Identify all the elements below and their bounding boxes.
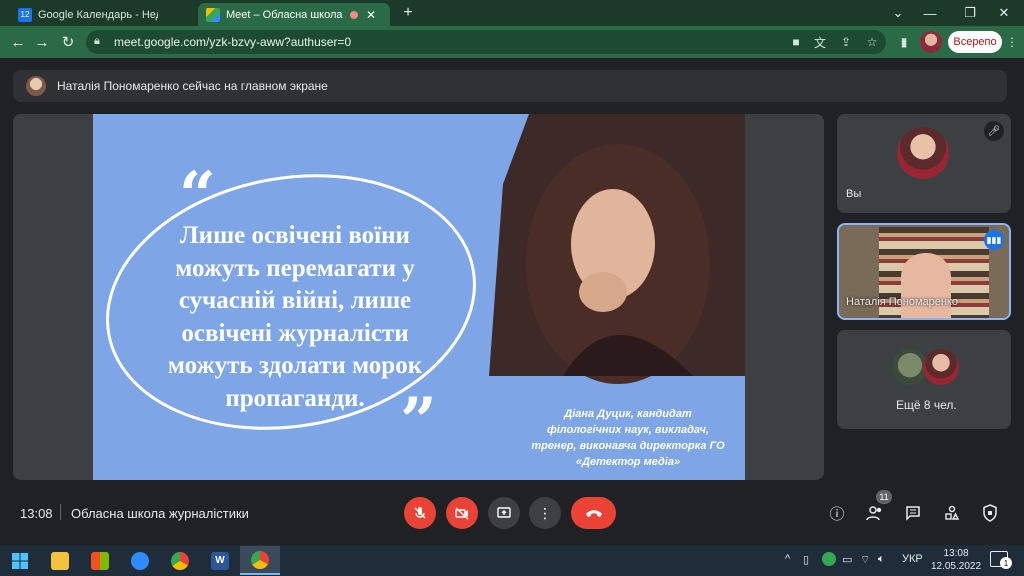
tray-overflow-icon[interactable]: ^	[785, 553, 790, 565]
tab-meet[interactable]: Meet – Обласна школа жур ✕	[198, 3, 390, 26]
new-tab-button[interactable]: +	[399, 4, 417, 22]
taskbar-word[interactable]: W	[200, 546, 240, 575]
chrome-icon	[251, 550, 269, 569]
word-icon: W	[211, 551, 229, 570]
folder-icon	[51, 551, 69, 570]
network-icon[interactable]: ⌔	[860, 553, 870, 567]
activities-icon[interactable]	[941, 502, 963, 524]
divider	[60, 504, 61, 520]
side-panel-icon[interactable]: ▮	[896, 34, 912, 50]
quote-text: Лише освічені воїни можуть перемагати у …	[145, 220, 445, 415]
store-icon	[91, 551, 109, 570]
attribution-line: філологічних наук, викладач,	[546, 424, 710, 436]
forward-icon[interactable]: →	[32, 32, 52, 52]
host-controls-icon[interactable]	[979, 502, 1001, 524]
self-avatar	[897, 127, 949, 179]
clock[interactable]: 13:08 12.05.2022	[930, 547, 982, 573]
bookmark-star-icon[interactable]: ☆	[864, 34, 880, 50]
calendar-icon: 12	[18, 7, 32, 22]
quote-line: можуть здолати морок	[167, 352, 423, 379]
mic-off-icon: 🎤︎	[984, 121, 1004, 141]
url-text: meet.google.com/yzk-bzvy-aww?authuser=0	[114, 35, 352, 49]
meeting-name: Обласна школа журналістики	[71, 506, 249, 521]
portrait-hand	[579, 272, 627, 312]
attribution-line: тренер, виконавча директорка ГО	[531, 440, 725, 452]
presenter-avatar	[26, 76, 46, 96]
chat-icon[interactable]	[902, 502, 924, 524]
taskbar-chrome-active[interactable]	[240, 546, 280, 575]
quote-line: пропаганди.	[225, 384, 365, 412]
presenter-banner-text: Наталія Пономаренко сейчас на главном эк…	[57, 79, 328, 93]
more-options-button[interactable]: ⋮	[529, 497, 561, 529]
close-tab-icon[interactable]: ✕	[366, 8, 376, 22]
minimize-icon[interactable]: —	[910, 0, 950, 26]
tile-name: Наталія Пономаренко	[846, 296, 958, 308]
taskbar-zoom[interactable]	[120, 546, 160, 575]
volume-icon[interactable]: 🔈︎	[878, 553, 885, 566]
people-glyph	[866, 506, 882, 521]
windows-logo-icon	[12, 552, 28, 569]
meeting-details-icon[interactable]: ⓘ	[826, 502, 848, 524]
clock-time: 13:08	[943, 548, 969, 559]
battery-icon[interactable]: ▭	[842, 553, 852, 566]
sync-button[interactable]: Всерепо	[948, 31, 1002, 53]
language-indicator[interactable]: УКР	[902, 553, 923, 565]
translate-icon[interactable]: 文	[812, 34, 828, 50]
notifications-count: 1	[1000, 557, 1012, 569]
profile-avatar[interactable]	[920, 31, 942, 53]
close-window-icon[interactable]: ✕	[984, 0, 1024, 26]
attribution-line: «Детектор медіа»	[575, 456, 681, 468]
speaking-indicator-icon: ▮▮▮	[984, 230, 1004, 250]
more-vert-icon: ⋮	[538, 504, 552, 521]
chat-glyph	[906, 506, 920, 521]
quote-line: освічені журналісти	[181, 319, 409, 347]
taskbar-chrome[interactable]	[160, 546, 200, 575]
taskbar-file-explorer[interactable]	[40, 546, 80, 575]
menu-dots-icon[interactable]: ⋮	[1004, 34, 1020, 50]
camera-toggle-button[interactable]	[446, 497, 478, 529]
more-participants-label: Ещё 8 чел.	[896, 398, 957, 412]
activities-glyph	[945, 505, 960, 520]
meeting-time: 13:08	[20, 506, 53, 521]
shared-slide: “ ” Лише освічені воїни можуть перемагат…	[93, 114, 745, 480]
attribution-line: Діана Дуцик, кандидат	[564, 408, 692, 420]
back-icon[interactable]: ←	[8, 32, 28, 52]
tray-mic-icon[interactable]: ▯	[803, 553, 809, 566]
reload-icon[interactable]: ↻	[58, 32, 78, 52]
quote-line: сучасній війні, лише	[178, 287, 412, 314]
meet-icon	[206, 7, 220, 22]
present-icon	[497, 507, 511, 518]
chrome-icon	[171, 551, 189, 570]
tray-app-icon[interactable]	[822, 552, 836, 566]
tab-title: Google Календарь - Неделя: 8 м	[38, 8, 158, 21]
camera-permission-icon[interactable]: ■	[788, 34, 804, 50]
share-icon[interactable]: ⇪	[838, 34, 854, 50]
shield-glyph	[983, 504, 997, 522]
lock-icon[interactable]: 🔒︎	[94, 35, 106, 49]
hang-up-icon	[585, 510, 602, 517]
presenter-video	[901, 253, 951, 318]
other-avatar	[923, 349, 959, 385]
recording-icon	[350, 10, 358, 19]
mic-toggle-button[interactable]	[404, 497, 436, 529]
start-button[interactable]	[0, 546, 40, 575]
tab-google-calendar[interactable]: 12 Google Календарь - Неделя: 8 м	[10, 3, 198, 26]
leave-call-button[interactable]	[571, 497, 616, 529]
participants-count-badge: 11	[876, 490, 892, 504]
zoom-icon	[131, 551, 149, 570]
quote-line: Лише освічені воїни	[180, 222, 410, 249]
quote-line: можуть перемагати у	[175, 254, 415, 282]
present-screen-button[interactable]	[488, 497, 520, 529]
tile-name: Вы	[846, 188, 862, 200]
quote-attribution: Діана Дуцик, кандидат філологічних наук,…	[523, 406, 733, 470]
clock-date: 12.05.2022	[930, 561, 982, 572]
tile-others[interactable]	[837, 330, 1011, 429]
taskbar-store[interactable]	[80, 546, 120, 575]
mic-off-icon	[414, 507, 426, 519]
camera-off-icon	[455, 507, 469, 520]
tab-title: Meet – Обласна школа жур	[226, 8, 346, 21]
people-icon[interactable]	[864, 502, 886, 524]
open-quote-mark: “	[179, 158, 216, 233]
